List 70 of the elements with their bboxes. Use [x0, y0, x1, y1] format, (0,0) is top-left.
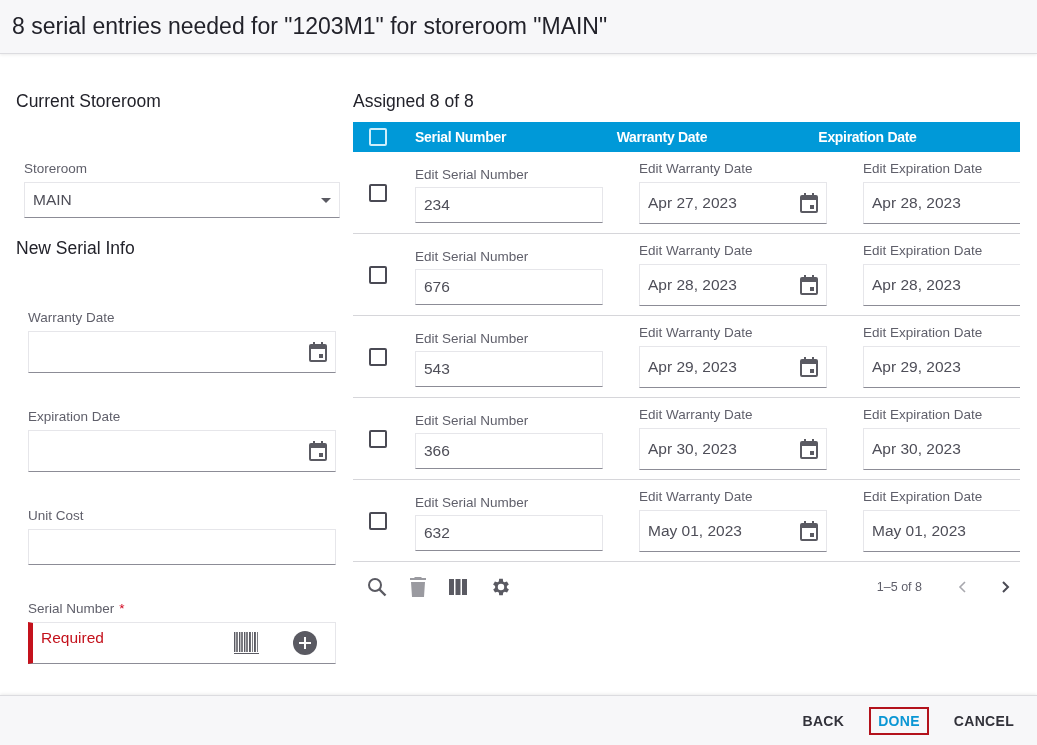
field-label: Warranty Date — [28, 310, 116, 327]
search-button[interactable] — [367, 577, 387, 597]
row-checkbox[interactable] — [369, 429, 387, 448]
field-label: Edit Serial Number — [415, 248, 530, 266]
storeroom-select[interactable]: MAIN — [24, 182, 340, 218]
column-header: Serial Number — [415, 129, 508, 145]
column-header: Warranty Date — [616, 129, 709, 145]
calendar-icon[interactable] — [800, 275, 818, 295]
date-field[interactable]: Apr 28, 2023 — [639, 264, 827, 306]
calendar-icon[interactable] — [800, 521, 818, 541]
serial-number-field[interactable]: 366 — [415, 432, 603, 469]
field-label: Edit Expiration Date — [863, 407, 984, 424]
serial-number-field[interactable]: 234 — [415, 186, 603, 223]
field-label: Edit Expiration Date — [863, 325, 984, 342]
dialog-title: 8 serial entries needed for "1203M1" for storeroom "MAIN" — [12, 13, 608, 40]
field-label: Edit Warranty Date — [639, 243, 754, 260]
row-checkbox[interactable] — [369, 511, 387, 530]
calendar-icon[interactable] — [800, 357, 818, 377]
calendar-icon[interactable] — [800, 193, 818, 213]
barcode-icon[interactable] — [234, 632, 259, 654]
date-field[interactable]: Apr 30, 2023 — [863, 428, 1020, 470]
date-field[interactable]: Apr 29, 2023 — [863, 346, 1020, 388]
serial-number-field[interactable]: 543 — [415, 350, 603, 387]
date-field[interactable]: Apr 28, 2023 — [863, 182, 1020, 224]
dialog-button[interactable]: CANCEL — [944, 706, 1023, 735]
date-field[interactable]: May 01, 2023 — [639, 510, 827, 552]
row-checkbox[interactable] — [369, 265, 387, 284]
field-label: Expiration Date — [28, 409, 122, 426]
date-field[interactable]: Apr 27, 2023 — [639, 182, 827, 224]
add-circle-icon[interactable] — [293, 631, 317, 655]
field-label: Unit Cost — [28, 508, 85, 525]
serial-number-field[interactable]: Required — [28, 622, 336, 664]
field-label: Edit Warranty Date — [639, 407, 754, 424]
field-label: Edit Serial Number — [415, 330, 530, 348]
field-label: Serial Number * — [28, 601, 126, 618]
date-field[interactable]: Apr 30, 2023 — [639, 428, 827, 470]
field-label: Edit Expiration Date — [863, 489, 984, 506]
input-field[interactable] — [28, 529, 336, 565]
field-label: Edit Serial Number — [415, 412, 530, 430]
calendar-icon[interactable] — [309, 342, 327, 362]
pagination-text: 1–5 of 8 — [876, 580, 922, 594]
serial-number-field[interactable]: 632 — [415, 514, 603, 551]
field-label: Edit Expiration Date — [863, 161, 984, 178]
date-field[interactable]: Apr 28, 2023 — [863, 264, 1020, 306]
next-page-button[interactable] — [1002, 581, 1010, 593]
field-label: Storeroom — [24, 161, 89, 178]
date-field[interactable]: Apr 29, 2023 — [639, 346, 827, 388]
row-checkbox[interactable] — [369, 347, 387, 366]
row-checkbox[interactable] — [369, 183, 387, 202]
select-all-checkbox[interactable] — [369, 128, 387, 146]
date-field[interactable] — [28, 331, 336, 373]
field-label: Edit Warranty Date — [639, 325, 754, 342]
field-label: Edit Serial Number — [415, 494, 530, 512]
field-label: Edit Serial Number — [415, 166, 530, 184]
date-field[interactable] — [28, 430, 336, 472]
column-header: Expiration Date — [818, 129, 918, 145]
columns-button[interactable] — [449, 579, 467, 595]
field-label: Edit Expiration Date — [863, 243, 984, 260]
section-heading: Assigned 8 of 8 — [353, 91, 475, 113]
calendar-icon[interactable] — [309, 441, 327, 461]
section-heading: Current Storeroom — [16, 91, 162, 113]
field-label: Edit Warranty Date — [639, 489, 754, 506]
field-label: Edit Warranty Date — [639, 161, 754, 178]
dropdown-caret-icon[interactable] — [321, 197, 331, 203]
serial-number-field[interactable]: 676 — [415, 268, 603, 305]
section-heading: New Serial Info — [16, 238, 136, 260]
calendar-icon[interactable] — [800, 439, 818, 459]
settings-button[interactable] — [490, 576, 512, 598]
dialog-button[interactable]: BACK — [793, 706, 854, 735]
date-field[interactable]: May 01, 2023 — [863, 510, 1020, 552]
